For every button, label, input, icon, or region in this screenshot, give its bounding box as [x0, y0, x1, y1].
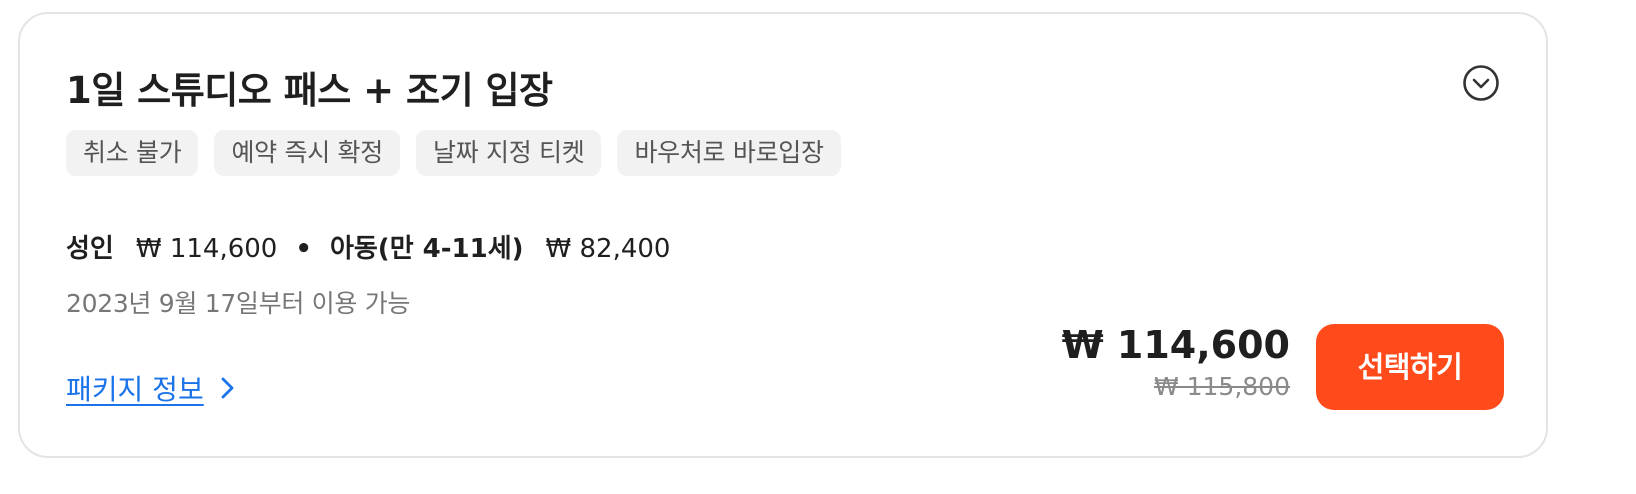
- chevron-right-icon: [221, 377, 234, 399]
- price-breakdown: 성인 ₩ 114,600 • 아동(만 4-11세) ₩ 82,400: [66, 228, 670, 265]
- adult-price: ₩ 114,600: [135, 234, 278, 264]
- feature-tags: 취소 불가 예약 즉시 확정 날짜 지정 티켓 바우처로 바로입장: [66, 130, 841, 176]
- child-price: ₩ 82,400: [545, 234, 671, 264]
- expand-button[interactable]: [1462, 64, 1500, 102]
- chevron-down-circle-icon: [1463, 65, 1499, 101]
- select-button[interactable]: 선택하기: [1316, 324, 1504, 410]
- tag-non-refundable: 취소 불가: [66, 130, 199, 176]
- price-summary: ₩ 114,600 ₩ 115,800: [1062, 320, 1290, 404]
- child-label: 아동(만 4-11세): [329, 234, 524, 264]
- adult-label: 성인: [66, 234, 114, 264]
- availability-date: 2023년 9월 17일부터 이용 가능: [66, 289, 411, 318]
- package-info-link[interactable]: 패키지 정보: [66, 368, 238, 408]
- tag-instant-confirmation: 예약 즉시 확정: [214, 130, 400, 176]
- product-option-card: 1일 스튜디오 패스 + 조기 입장 취소 불가 예약 즉시 확정 날짜 지정 …: [18, 12, 1548, 458]
- current-price: ₩ 114,600: [1061, 323, 1290, 367]
- package-info-label: 패키지 정보: [66, 373, 204, 406]
- price-separator: •: [295, 234, 312, 264]
- tag-dated-ticket: 날짜 지정 티켓: [415, 130, 602, 176]
- original-price: ₩ 115,800: [1153, 372, 1290, 401]
- product-title: 1일 스튜디오 패스 + 조기 입장: [66, 69, 553, 112]
- tag-voucher-entry: 바우처로 바로입장: [617, 130, 841, 176]
